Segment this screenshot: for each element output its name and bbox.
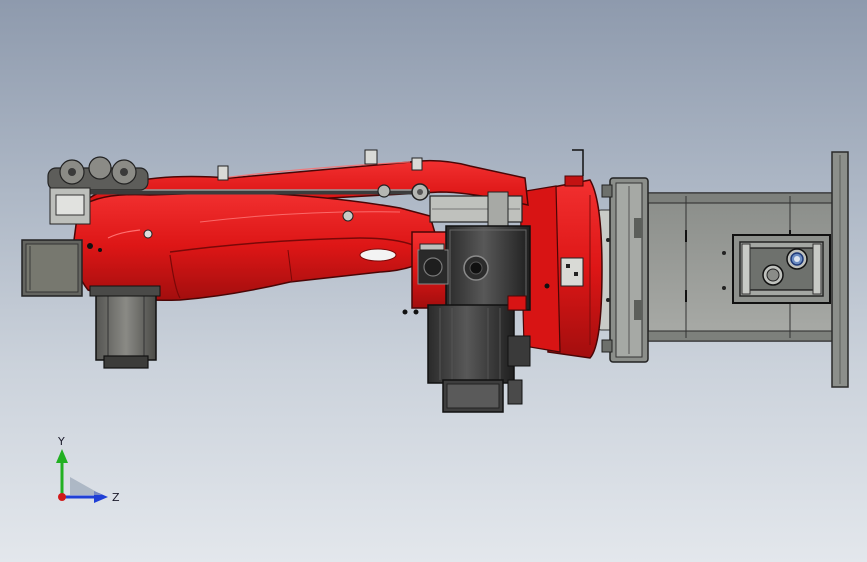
base-mount	[647, 151, 849, 388]
triad-plane	[70, 477, 102, 495]
z-axis-label: Z	[112, 491, 120, 504]
red-joint-housing	[519, 149, 603, 359]
y-axis-label: Y	[57, 435, 65, 448]
left-gearbox	[21, 239, 83, 297]
joint-label-plate	[560, 257, 584, 287]
y-axis-arrow	[56, 449, 68, 497]
arm-slot	[359, 248, 397, 262]
base-top-rail	[647, 192, 835, 204]
base-connector-box	[722, 234, 831, 304]
coordinate-triad: Y Z	[56, 435, 120, 504]
base-bottom-rail	[647, 330, 835, 342]
pneumatic-cylinder	[429, 191, 523, 227]
vertical-servo-motor	[427, 295, 531, 413]
base-flange	[597, 177, 649, 363]
left-vertical-motor	[89, 285, 161, 369]
robot-arm-model	[21, 149, 849, 413]
x-axis-origin	[58, 493, 66, 501]
main-red-arm	[73, 191, 441, 302]
cad-viewport[interactable]: Y Z	[0, 0, 867, 562]
